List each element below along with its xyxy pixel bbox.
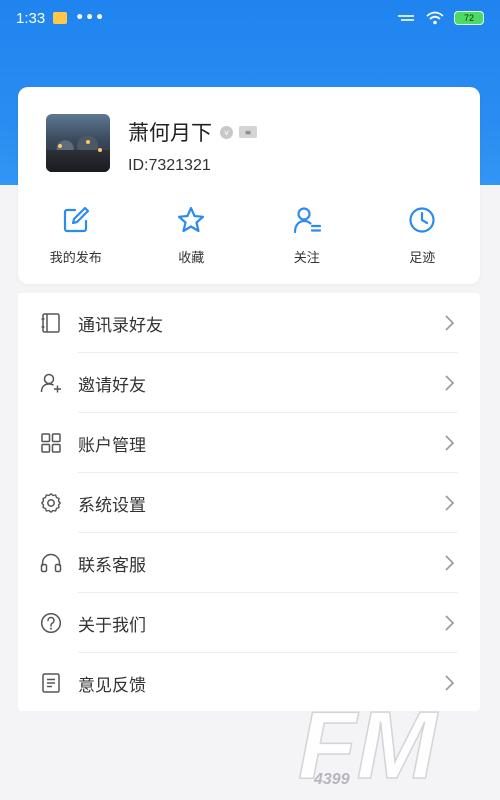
- status-time: 1:33: [16, 9, 46, 27]
- chevron-right-icon: [445, 495, 455, 511]
- status-bar: 1:33 ••• 72: [0, 0, 500, 36]
- user-name[interactable]: 萧何月下: [128, 117, 212, 147]
- svg-text:4399: 4399: [313, 771, 350, 788]
- menu-label: 账户管理: [78, 435, 146, 456]
- menu-label: 联系客服: [78, 555, 146, 576]
- menu-item-customer-service[interactable]: 联系客服: [18, 533, 480, 593]
- shortcut-label: 我的发布: [49, 251, 102, 266]
- menu-item-system-settings[interactable]: 系统设置: [18, 473, 480, 533]
- signal-icon: [398, 15, 414, 21]
- more-notifications-icon: •••: [75, 10, 106, 26]
- menu-label: 邀请好友: [78, 375, 146, 396]
- contacts-icon: [40, 312, 62, 334]
- menu-item-contacts[interactable]: 通讯录好友: [18, 293, 480, 353]
- menu-list: 通讯录好友 邀请好友 账户管理 系统设置 联系客服 关于我们 意见反馈: [18, 293, 480, 711]
- menu-item-invite-friends[interactable]: 邀请好友: [18, 353, 480, 413]
- chevron-right-icon: [445, 375, 455, 391]
- shortcut-favorites[interactable]: 收藏: [134, 205, 250, 275]
- menu-item-feedback[interactable]: 意见反馈: [18, 653, 480, 713]
- question-icon: [40, 612, 62, 634]
- star-icon: [178, 206, 205, 233]
- profile-card: 萧何月下 v ≡ ID:7321321 我的发布 收藏 关注 足迹: [18, 87, 480, 284]
- menu-item-about-us[interactable]: 关于我们: [18, 593, 480, 653]
- document-icon: [40, 672, 62, 694]
- shortcut-following[interactable]: 关注: [249, 205, 365, 275]
- chevron-right-icon: [445, 555, 455, 571]
- name-row: 萧何月下 v ≡: [128, 117, 257, 147]
- clock-icon: [409, 207, 435, 233]
- menu-label: 系统设置: [78, 495, 146, 516]
- notification-icon: [53, 12, 68, 24]
- gear-icon: [40, 492, 62, 514]
- menu-item-account-management[interactable]: 账户管理: [18, 413, 480, 473]
- shortcut-my-posts[interactable]: 我的发布: [18, 205, 134, 275]
- shortcut-label: 关注: [293, 251, 320, 266]
- avatar[interactable]: [46, 114, 110, 172]
- level-badge: ≡: [239, 126, 257, 138]
- menu-label: 意见反馈: [78, 675, 146, 696]
- user-id: ID:7321321: [128, 157, 211, 174]
- battery-icon: 72: [454, 11, 484, 25]
- wifi-icon: [426, 11, 444, 25]
- menu-label: 通讯录好友: [78, 315, 163, 336]
- chevron-right-icon: [445, 315, 455, 331]
- shortcut-bar: 我的发布 收藏 关注 足迹: [18, 205, 480, 275]
- chevron-right-icon: [445, 675, 455, 691]
- chevron-right-icon: [445, 615, 455, 631]
- add-user-icon: [40, 372, 62, 394]
- headset-icon: [40, 552, 62, 574]
- shortcut-label: 足迹: [409, 251, 436, 266]
- shortcut-label: 收藏: [178, 251, 205, 266]
- grid-icon: [40, 432, 62, 454]
- chevron-right-icon: [445, 435, 455, 451]
- edit-icon: [63, 206, 89, 233]
- user-follow-icon: [293, 207, 321, 234]
- verified-badge: v: [220, 125, 233, 139]
- menu-label: 关于我们: [78, 615, 146, 636]
- shortcut-history[interactable]: 足迹: [365, 205, 481, 275]
